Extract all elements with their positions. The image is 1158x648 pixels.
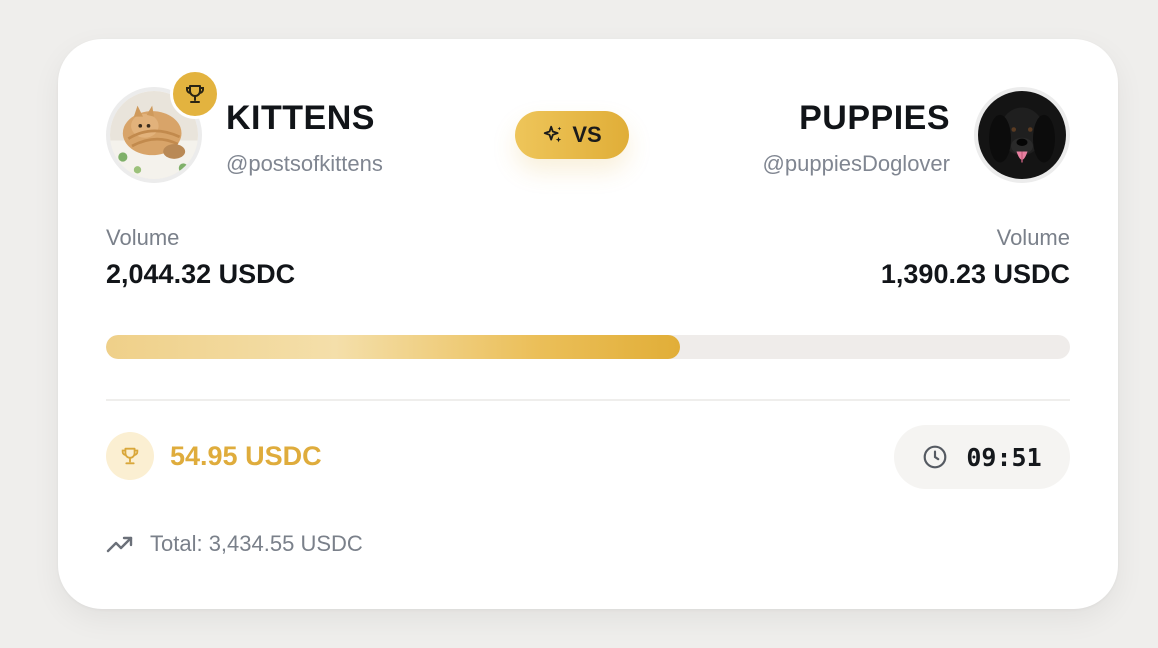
- prize-icon-wrap: [106, 432, 154, 480]
- puppies-avatar[interactable]: [974, 87, 1070, 183]
- puppy-image: [978, 91, 1066, 179]
- left-team-handle[interactable]: @postsofkittens: [226, 151, 383, 177]
- countdown-timer: 09:51: [894, 425, 1070, 489]
- clock-icon: [923, 445, 947, 469]
- trophy-icon: [186, 85, 204, 103]
- vs-label: VS: [572, 122, 602, 147]
- left-volume-label: Volume: [106, 225, 180, 250]
- right-team-name: PUPPIES: [799, 99, 950, 137]
- right-volume-value: 1,390.23 USDC: [880, 259, 1070, 289]
- volume-share-bar: [106, 335, 1070, 359]
- battle-card: KITTENS @postsofkittens VS PUPPIES @pupp…: [58, 39, 1118, 609]
- vs-badge: VS: [515, 111, 629, 159]
- trending-up-icon: [106, 536, 133, 553]
- sparkles-icon: [544, 125, 562, 143]
- total-volume: Total: 3,434.55 USDC: [150, 531, 363, 556]
- right-team-handle[interactable]: @puppiesDoglover: [763, 151, 950, 177]
- volume-share-fill: [106, 335, 680, 359]
- divider: [106, 399, 1070, 401]
- trophy-icon: [121, 447, 139, 465]
- prize-amount: 54.95 USDC: [170, 441, 322, 471]
- right-volume-label: Volume: [996, 225, 1070, 250]
- timer-value: 09:51: [966, 442, 1042, 472]
- left-team-name: KITTENS: [226, 99, 375, 137]
- winner-badge: [170, 69, 220, 119]
- left-volume-value: 2,044.32 USDC: [106, 259, 296, 289]
